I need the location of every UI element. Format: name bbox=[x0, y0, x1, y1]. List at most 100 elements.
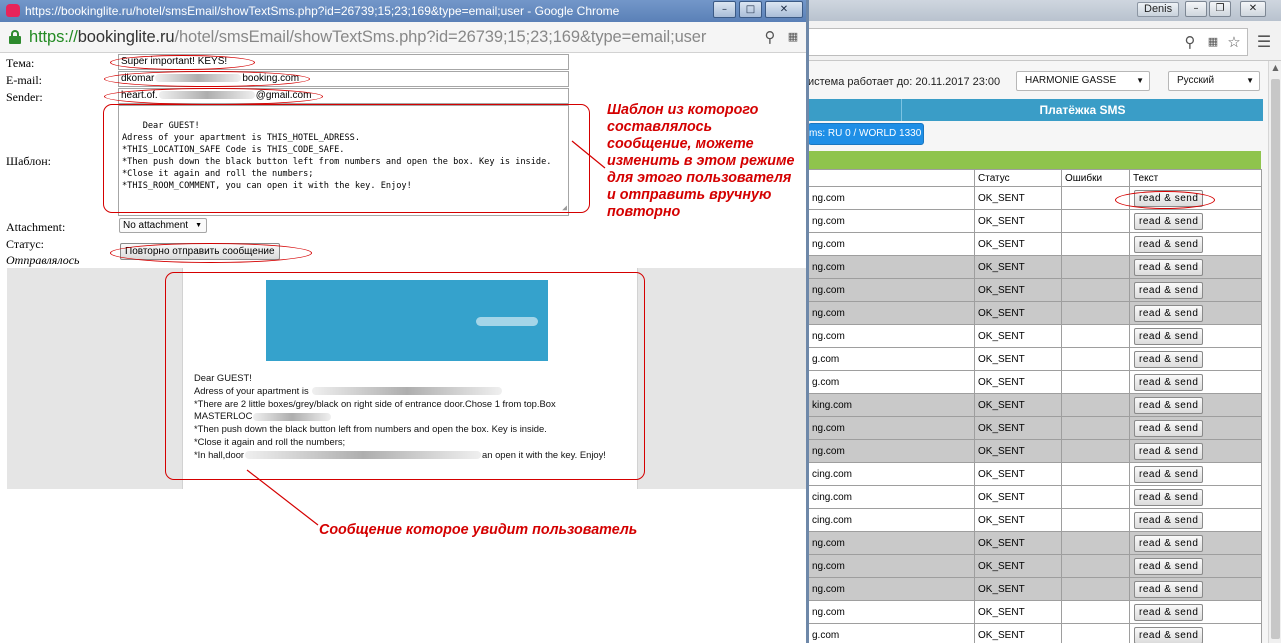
subject-label: Тема: bbox=[6, 56, 35, 70]
read-and-send-button[interactable]: read & send bbox=[1134, 603, 1204, 621]
read-and-send-button[interactable]: read & send bbox=[1134, 465, 1204, 483]
read-and-send-button[interactable]: read & send bbox=[1134, 626, 1204, 643]
redacted-blur bbox=[476, 317, 538, 326]
template-textarea[interactable]: Dear GUEST! Adress of your apartment is … bbox=[118, 105, 569, 216]
read-and-send-button[interactable]: read & send bbox=[1134, 281, 1204, 299]
popup-address-bar[interactable]: https://bookinglite.ru/hotel/smsEmail/sh… bbox=[0, 22, 806, 53]
read-and-send-button[interactable]: read & send bbox=[1134, 327, 1204, 345]
read-and-send-button[interactable]: read & send bbox=[1134, 511, 1204, 529]
scrollbar-thumb[interactable] bbox=[1271, 79, 1280, 639]
chrome-menu-icon[interactable]: ☰ bbox=[1254, 32, 1274, 52]
read-and-send-button[interactable]: read & send bbox=[1134, 212, 1204, 230]
zoom-icon[interactable]: ⚲ bbox=[760, 27, 780, 47]
cell-text: read & send bbox=[1129, 577, 1262, 601]
cell-status: OK_SENT bbox=[974, 485, 1062, 509]
cell-text: read & send bbox=[1129, 301, 1262, 325]
cell-text: read & send bbox=[1129, 485, 1262, 509]
email-suffix: booking.com bbox=[242, 73, 300, 84]
email-input[interactable]: dkomar booking.com bbox=[118, 71, 569, 87]
translate-icon[interactable]: ▦ bbox=[783, 27, 803, 47]
table-row: cing.com OK_SENT read & send bbox=[808, 462, 1262, 486]
read-and-send-button[interactable]: read & send bbox=[1134, 304, 1204, 322]
template-label: Шаблон: bbox=[6, 154, 51, 168]
read-and-send-button[interactable]: read & send bbox=[1134, 580, 1204, 598]
status-label: Статус: bbox=[6, 237, 44, 251]
cell-text: read & send bbox=[1129, 600, 1262, 624]
cell-email: ng.com bbox=[808, 301, 975, 325]
sender-prefix: heart.of. bbox=[121, 90, 158, 101]
table-row: ng.com OK_SENT read & send bbox=[808, 301, 1262, 325]
bookmark-star-icon[interactable]: ☆ bbox=[1224, 32, 1244, 52]
tab-sms-payments[interactable]: Платёжка SMS bbox=[902, 99, 1263, 121]
cell-text: read & send bbox=[1129, 324, 1262, 348]
cell-errors bbox=[1061, 462, 1130, 486]
hotel-select[interactable]: HARMONIE GASSE ▼ bbox=[1016, 71, 1150, 91]
attachment-select[interactable]: No attachment ▼ bbox=[119, 218, 207, 233]
cell-email: ng.com bbox=[808, 255, 975, 279]
read-and-send-button[interactable]: read & send bbox=[1134, 488, 1204, 506]
email-prefix: dkomar bbox=[121, 73, 155, 84]
cell-email: ng.com bbox=[808, 439, 975, 463]
table-row: ng.com OK_SENT read & send bbox=[808, 439, 1262, 463]
url-host: bookinglite.ru bbox=[77, 28, 175, 46]
read-and-send-button[interactable]: read & send bbox=[1134, 442, 1204, 460]
read-and-send-button[interactable]: read & send bbox=[1134, 350, 1204, 368]
cell-email: ng.com bbox=[808, 554, 975, 578]
cell-status: OK_SENT bbox=[974, 255, 1062, 279]
minimize-button[interactable]: – bbox=[1185, 1, 1207, 17]
resize-grip-icon[interactable]: ◢ bbox=[562, 202, 567, 214]
restore-button[interactable]: ❐ bbox=[1209, 1, 1231, 17]
cell-errors bbox=[1061, 554, 1130, 578]
url-protocol: https:// bbox=[29, 28, 78, 46]
cell-status: OK_SENT bbox=[974, 278, 1062, 302]
popup-maximize-button[interactable]: □ bbox=[739, 1, 762, 18]
read-and-send-button[interactable]: read & send bbox=[1134, 373, 1204, 391]
cell-email: ng.com bbox=[808, 209, 975, 233]
read-and-send-button[interactable]: read & send bbox=[1134, 396, 1204, 414]
read-and-send-button[interactable]: read & send bbox=[1134, 534, 1204, 552]
cell-email: ng.com bbox=[808, 577, 975, 601]
language-select[interactable]: Русский ▼ bbox=[1168, 71, 1260, 91]
template-text: Dear GUEST! Adress of your apartment is … bbox=[122, 121, 552, 191]
read-and-send-button[interactable]: read & send bbox=[1134, 419, 1204, 437]
messages-table: Статус Ошибки Текст ng.com OK_SENT read & … bbox=[808, 169, 1262, 643]
page-scrollbar[interactable]: ▲ bbox=[1268, 61, 1281, 643]
cell-text: read & send bbox=[1129, 531, 1262, 555]
cell-text: read & send bbox=[1129, 623, 1262, 643]
cell-status: OK_SENT bbox=[974, 393, 1062, 417]
read-and-send-button[interactable]: read & send bbox=[1134, 258, 1204, 276]
user-badge[interactable]: Denis bbox=[1137, 2, 1180, 17]
cell-text: read & send bbox=[1129, 416, 1262, 440]
cell-errors bbox=[1061, 324, 1130, 348]
read-and-send-button[interactable]: read & send bbox=[1134, 235, 1204, 253]
scroll-up-icon[interactable]: ▲ bbox=[1269, 61, 1281, 75]
column-header-errors: Ошибки bbox=[1061, 169, 1130, 187]
popup-close-button[interactable]: ✕ bbox=[765, 1, 803, 18]
table-header-bar bbox=[808, 151, 1261, 169]
zoom-icon[interactable]: ⚲ bbox=[1180, 32, 1200, 52]
sms-balance-button[interactable]: ms: RU 0 / WORLD 1330 bbox=[808, 123, 924, 145]
subject-input[interactable]: Super important! KEYS! bbox=[118, 54, 569, 70]
table-header-row: Статус Ошибки Текст bbox=[808, 169, 1262, 187]
background-address-bar[interactable]: ⚲ ▦ ☆ bbox=[808, 28, 1248, 56]
cell-text: read & send bbox=[1129, 370, 1262, 394]
read-and-send-button[interactable]: read & send bbox=[1134, 189, 1204, 207]
popup-url[interactable]: https://bookinglite.ru/hotel/smsEmail/sh… bbox=[29, 26, 706, 48]
table-row: ng.com OK_SENT read & send bbox=[808, 577, 1262, 601]
attachment-label: Attachment: bbox=[6, 220, 66, 234]
close-button[interactable]: ✕ bbox=[1240, 1, 1266, 17]
status-value: Отправлялось bbox=[6, 253, 80, 267]
translate-icon[interactable]: ▦ bbox=[1203, 32, 1223, 52]
resend-button[interactable]: Повторно отправить сообщение bbox=[120, 243, 280, 260]
cell-text: read & send bbox=[1129, 554, 1262, 578]
cell-status: OK_SENT bbox=[974, 324, 1062, 348]
cell-errors bbox=[1061, 416, 1130, 440]
preview-line: *In hall,door an open it with the key. En… bbox=[194, 448, 606, 460]
cell-email: ng.com bbox=[808, 278, 975, 302]
sender-input[interactable]: heart.of. @gmail.com bbox=[118, 88, 569, 104]
cell-text: read & send bbox=[1129, 393, 1262, 417]
popup-minimize-button[interactable]: – bbox=[713, 1, 736, 18]
preview-line: *Close it again and roll the numbers; bbox=[194, 435, 346, 447]
cell-errors bbox=[1061, 623, 1130, 643]
read-and-send-button[interactable]: read & send bbox=[1134, 557, 1204, 575]
